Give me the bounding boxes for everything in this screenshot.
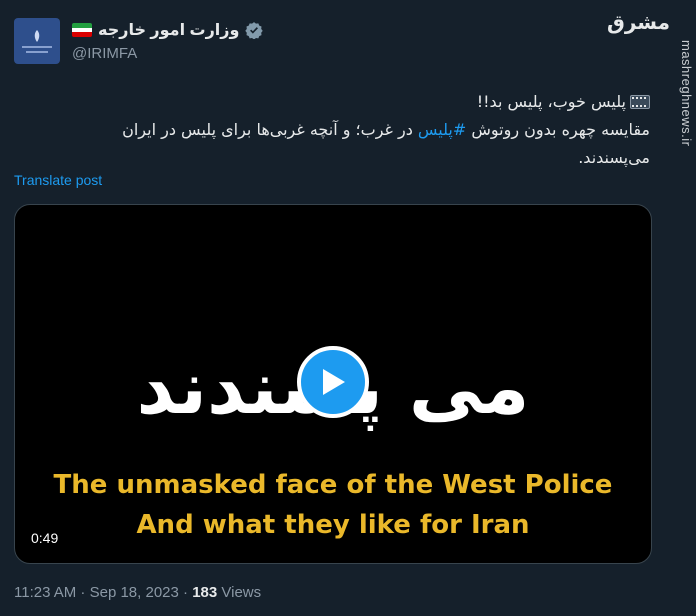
watermark-logo: مشرق: [606, 10, 670, 34]
tweet-text-part: مقایسه چهره بدون روتوش: [466, 120, 650, 139]
hashtag-link[interactable]: #پلیس: [418, 120, 466, 139]
views-count: 183: [192, 584, 218, 601]
separator: ·: [76, 584, 90, 601]
iran-flag-icon: [72, 23, 92, 37]
watermark-site: mashreghnews.ir: [679, 40, 694, 147]
play-button[interactable]: [297, 346, 369, 418]
emblem-icon: [34, 30, 40, 42]
video-english-caption-2: And what they like for Iran: [136, 510, 530, 540]
verified-badge-icon[interactable]: [245, 21, 264, 39]
tweet-meta: 11:23 AM · Sep 18, 2023 · 183 Views: [14, 584, 261, 601]
tweet-text-part: در غرب؛ و آنچه غربی‌ها برای پلیس در ایرا…: [122, 120, 418, 139]
tweet-line-3: می‌پسندند.: [578, 148, 650, 167]
account-handle[interactable]: @IRIMFA: [72, 45, 137, 62]
tweet-date[interactable]: Sep 18, 2023: [90, 584, 179, 601]
video-duration: 0:49: [27, 529, 63, 547]
avatar-text-line: [22, 46, 52, 48]
tweet-time[interactable]: 11:23 AM: [14, 584, 76, 601]
separator: ·: [178, 584, 193, 601]
video-player[interactable]: می پسندند The unmasked face of the West …: [14, 204, 652, 564]
film-icon: [630, 95, 650, 109]
avatar-text-line: [26, 51, 48, 53]
translate-post-link[interactable]: Translate post: [14, 172, 102, 188]
tweet-line-2: مقایسه چهره بدون روتوش #پلیس در غرب؛ و آ…: [30, 116, 650, 144]
account-header: وزارت امور خارجه: [72, 20, 264, 40]
tweet-text: پلیس خوب، پلیس بد!! مقایسه چهره بدون روت…: [30, 88, 650, 172]
video-english-caption-1: The unmasked face of the West Police: [53, 470, 613, 500]
avatar[interactable]: [14, 18, 60, 64]
play-icon: [323, 369, 345, 395]
views-label: Views: [217, 584, 262, 601]
account-name[interactable]: وزارت امور خارجه: [98, 20, 239, 40]
tweet-headline: پلیس خوب، پلیس بد!!: [476, 92, 626, 111]
tweet-line-1: پلیس خوب، پلیس بد!!: [30, 88, 650, 116]
